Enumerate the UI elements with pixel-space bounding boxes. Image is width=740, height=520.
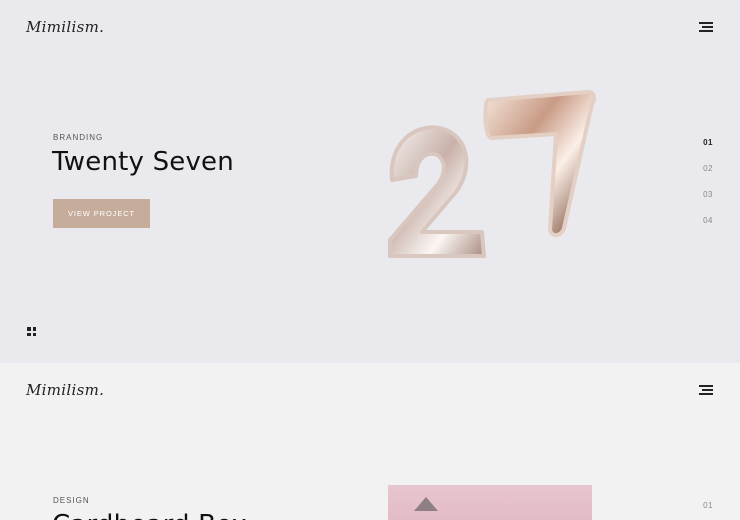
project-title: Cardboard Box [52,510,247,520]
balloons-27-image [388,90,597,258]
hamburger-menu-icon[interactable] [699,22,713,33]
project-title: Twenty Seven [52,147,234,177]
site-logo[interactable]: Mimilism. [26,18,104,36]
project-category: BRANDING [53,133,104,142]
project-category: DESIGN [53,496,90,505]
slide-pagination: 01 02 03 04 [703,138,713,242]
page-link-02[interactable]: 02 [703,164,713,190]
hamburger-menu-icon[interactable] [699,385,713,396]
grid-view-icon[interactable] [27,327,36,336]
view-project-button[interactable]: VIEW PROJECT [53,199,150,228]
page-link-03[interactable]: 03 [703,190,713,216]
hero-slide-1: Mimilism. BRANDING Twenty Seven VIEW PRO… [0,0,740,363]
page-link-04[interactable]: 04 [703,216,713,242]
pink-box-image [388,485,592,520]
hero-slide-2: Mimilism. DESIGN Cardboard Box 01 [0,363,740,520]
slide-pagination: 01 [703,501,713,520]
page-link-01[interactable]: 01 [703,501,713,520]
page-link-01[interactable]: 01 [703,138,713,164]
site-logo[interactable]: Mimilism. [26,381,104,399]
